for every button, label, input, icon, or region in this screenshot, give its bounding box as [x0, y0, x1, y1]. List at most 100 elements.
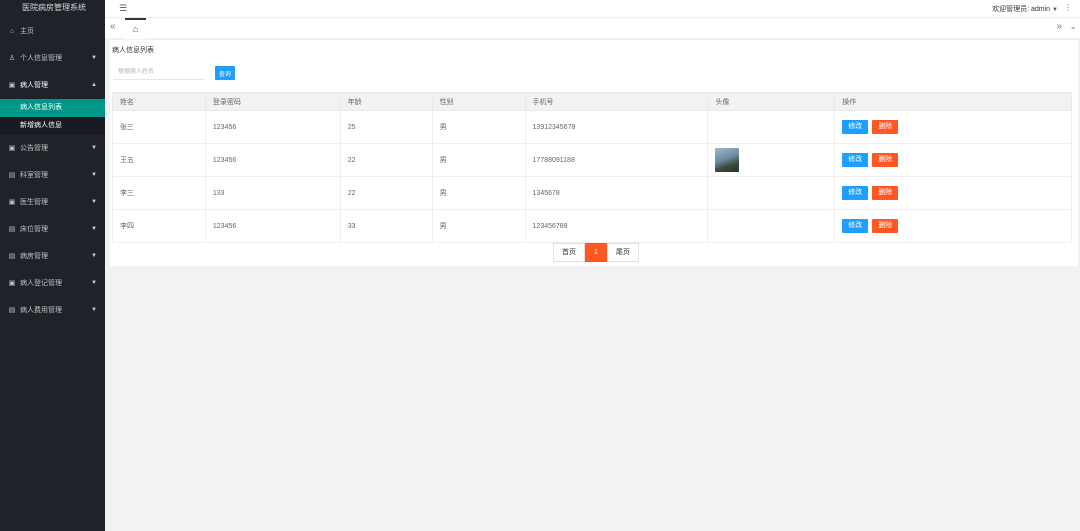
sidebar-item-label: 个人信息管理: [20, 55, 62, 62]
edit-button[interactable]: 修改: [842, 153, 869, 167]
cell-password: 123456: [204, 143, 341, 177]
cell-actions: 修改 删除: [834, 110, 1072, 144]
edit-button[interactable]: 修改: [842, 120, 869, 134]
sidebar-subitem-1[interactable]: 新增病人信息: [0, 117, 105, 135]
folder-icon: ▣: [8, 145, 16, 152]
cell-age: 33: [339, 209, 433, 243]
sidebar-item-label: 病房管理: [20, 253, 48, 260]
caret-down-icon: ▼: [91, 55, 97, 61]
cell-avatar: [707, 176, 836, 210]
cell-sex: 男: [431, 110, 526, 144]
doc-icon: ▤: [8, 253, 16, 260]
sidebar-item-label: 科室管理: [20, 172, 48, 179]
app-title: 医院病房管理系统: [0, 0, 105, 18]
cell-phone: 123456789: [524, 209, 709, 243]
cell-actions: 修改 删除: [834, 209, 1072, 243]
cell-age: 25: [339, 110, 433, 144]
delete-button[interactable]: 删除: [872, 153, 899, 167]
sidebar-item-7[interactable]: ▤ 病房管理 ▼: [0, 243, 105, 270]
cell-phone: 1345678: [524, 176, 709, 210]
top-header: ☰ 欢迎管理员: admin ▼ ⋮: [105, 0, 1080, 18]
main-content: 病人信息列表 查询 姓名 登录密码 年龄 性别 手机号 头像 操作 张三1234…: [110, 40, 1078, 266]
delete-button[interactable]: 删除: [872, 219, 899, 233]
sidebar-item-4[interactable]: ▤ 科室管理 ▼: [0, 162, 105, 189]
user-menu[interactable]: 欢迎管理员: admin ▼: [992, 4, 1058, 14]
tab-menu-chevron-icon[interactable]: ⌄: [1069, 21, 1077, 32]
sidebar-item-5[interactable]: ▣ 医生管理 ▼: [0, 189, 105, 216]
column-header-avatar: 头像: [707, 92, 836, 111]
cell-password: 123456: [204, 110, 341, 144]
caret-down-icon: ▼: [91, 307, 97, 313]
delete-button[interactable]: 删除: [872, 186, 899, 200]
caret-down-icon: ▼: [91, 145, 97, 151]
edit-button[interactable]: 修改: [842, 186, 869, 200]
column-header-phone: 手机号: [524, 92, 709, 111]
tab-home-icon[interactable]: ⌂: [125, 18, 146, 39]
tab-scroll-right-icon[interactable]: »: [1056, 21, 1062, 32]
patient-table: 姓名 登录密码 年龄 性别 手机号 头像 操作 张三 123456 25 男 13912…: [112, 92, 1072, 243]
sidebar-item-label: 病人管理: [20, 82, 48, 89]
home-icon: ⌂: [9, 28, 15, 35]
caret-down-icon: ▼: [91, 199, 97, 205]
sidebar-nav: ⌂ 主页 ♙ 个人信息管理 ▼ ▣ 病人管理 ▲ 病人信息列表 新增病人信息 ▣ 公告管理 ▼ ▤ 科室管理…: [0, 18, 105, 324]
tab-scroll-left-icon[interactable]: «: [110, 21, 116, 32]
doc-icon: ▤: [8, 226, 16, 233]
table-row: 李三 133 22 男 1345678 修改 删除: [112, 176, 1072, 210]
folder-icon: ▣: [8, 82, 16, 89]
column-header-actions: 操作: [834, 92, 1072, 111]
cell-avatar: [707, 209, 836, 243]
last-page-button[interactable]: 尾页: [606, 243, 639, 262]
table-header-row: 姓名 登录密码 年龄 性别 手机号 头像 操作: [112, 92, 1072, 111]
cell-sex: 男: [431, 176, 526, 210]
caret-down-icon: ▼: [1052, 7, 1058, 13]
cell-avatar: [707, 143, 836, 177]
first-page-button[interactable]: 首页: [553, 243, 585, 262]
cell-age: 22: [339, 143, 433, 177]
cell-name: 李四: [112, 209, 206, 243]
user-icon: ♙: [8, 55, 16, 62]
sidebar: 医院病房管理系统 ⌂ 主页 ♙ 个人信息管理 ▼ ▣ 病人管理 ▲ 病人信息列表 新增病人信息 ▣ 公…: [0, 0, 105, 531]
more-vertical-icon[interactable]: ⋮: [1064, 3, 1072, 12]
cell-sex: 男: [431, 143, 526, 177]
sidebar-item-label: 病人费用管理: [20, 307, 62, 314]
column-header-name: 姓名: [112, 92, 206, 111]
column-header-sex: 性别: [431, 92, 526, 111]
sidebar-item-8[interactable]: ▣ 病人登记管理 ▼: [0, 270, 105, 297]
sidebar-item-3[interactable]: ▣ 公告管理 ▼: [0, 135, 105, 162]
sidebar-item-9[interactable]: ▤ 病人费用管理 ▼: [0, 297, 105, 324]
cell-password: 123456: [204, 209, 341, 243]
sidebar-item-0[interactable]: ⌂ 主页: [0, 18, 105, 45]
cell-name: 张三: [112, 110, 206, 144]
caret-down-icon: ▼: [91, 253, 97, 259]
menu-toggle-icon[interactable]: ☰: [119, 3, 127, 14]
table-row: 王五 123456 22 男 17788091188 修改 删除: [112, 143, 1072, 177]
folder-icon: ▣: [8, 280, 16, 287]
sidebar-item-label: 床位管理: [20, 226, 48, 233]
cell-name: 李三: [112, 176, 206, 210]
column-header-password: 登录密码: [204, 92, 341, 111]
table-row: 张三 123456 25 男 13912345678 修改 删除: [112, 110, 1072, 144]
doc-icon: ▤: [8, 307, 16, 314]
search-input[interactable]: [113, 64, 205, 80]
caret-up-icon: ▲: [91, 82, 97, 88]
sidebar-item-2[interactable]: ▣ 病人管理 ▲: [0, 72, 105, 99]
doc-icon: ▤: [8, 172, 16, 179]
folder-icon: ▣: [8, 199, 16, 206]
delete-button[interactable]: 删除: [872, 120, 899, 134]
edit-button[interactable]: 修改: [842, 219, 869, 233]
cell-name: 王五: [112, 143, 206, 177]
cell-age: 22: [339, 176, 433, 210]
sidebar-subitem-0[interactable]: 病人信息列表: [0, 99, 105, 117]
table-row: 李四 123456 33 男 123456789 修改 删除: [112, 209, 1072, 243]
current-page-button[interactable]: 1: [585, 243, 607, 262]
cell-actions: 修改 删除: [834, 176, 1072, 210]
cell-avatar: [707, 110, 836, 144]
search-button[interactable]: 查询: [215, 66, 235, 80]
cell-sex: 男: [431, 209, 526, 243]
sidebar-submenu: 病人信息列表 新增病人信息: [0, 99, 105, 135]
caret-down-icon: ▼: [91, 226, 97, 232]
column-header-age: 年龄: [339, 92, 433, 111]
sidebar-item-1[interactable]: ♙ 个人信息管理 ▼: [0, 45, 105, 72]
cell-phone: 13912345678: [524, 110, 709, 144]
sidebar-item-6[interactable]: ▤ 床位管理 ▼: [0, 216, 105, 243]
